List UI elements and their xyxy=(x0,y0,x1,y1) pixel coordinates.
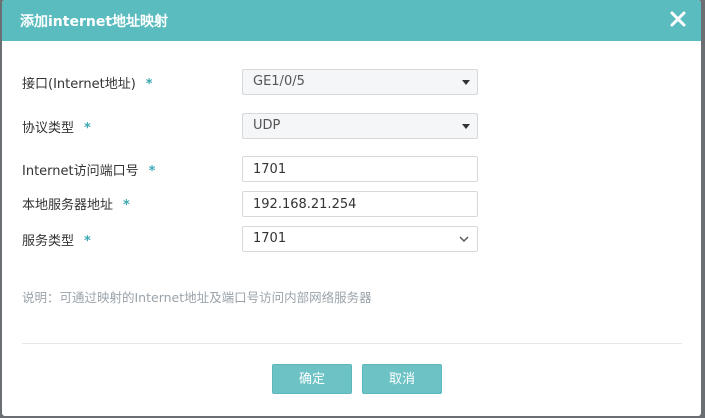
protocol-label-text: 协议类型 xyxy=(22,121,75,136)
footer-divider xyxy=(22,343,682,344)
local-server-input[interactable] xyxy=(242,191,478,217)
note-text: 说明：可通过映射的Internet地址及端口号访问内部网络服务器 xyxy=(22,290,372,305)
service-type-label-text: 服务类型 xyxy=(22,234,75,249)
service-type-select[interactable]: 1701 xyxy=(242,226,478,252)
close-icon xyxy=(670,11,686,27)
internet-port-label-text: Internet访问端口号 xyxy=(22,164,139,179)
interface-label-text: 接口(Internet地址) xyxy=(22,77,136,92)
interface-row: 接口(Internet地址) * GE1/0/5 xyxy=(2,68,701,98)
caret-down-icon xyxy=(462,80,470,85)
interface-select[interactable]: GE1/0/5 xyxy=(242,69,478,95)
protocol-select[interactable]: UDP xyxy=(242,113,478,139)
internet-port-input[interactable] xyxy=(242,156,478,182)
required-star: * xyxy=(84,121,91,136)
chevron-down-icon xyxy=(459,236,469,242)
local-server-label-text: 本地服务器地址 xyxy=(22,198,114,213)
dialog-title: 添加internet地址映射 xyxy=(20,14,169,30)
local-server-row: 本地服务器地址 * xyxy=(2,191,701,221)
add-internet-mapping-dialog: 添加internet地址映射 接口(Internet地址) * GE1/0/5 协… xyxy=(2,0,701,416)
required-star: * xyxy=(148,164,156,179)
internet-port-label: Internet访问端口号 * xyxy=(22,160,155,179)
required-star: * xyxy=(145,77,153,92)
required-star: * xyxy=(84,234,91,249)
dialog-titlebar: 添加internet地址映射 xyxy=(2,0,701,41)
protocol-row: 协议类型 * UDP xyxy=(2,112,701,142)
protocol-label: 协议类型 * xyxy=(22,117,91,136)
service-type-select-value: 1701 xyxy=(253,231,287,246)
interface-select-value: GE1/0/5 xyxy=(253,74,305,89)
local-server-label: 本地服务器地址 * xyxy=(22,194,130,213)
internet-port-row: Internet访问端口号 * xyxy=(2,155,701,185)
confirm-button[interactable]: 确定 xyxy=(272,364,352,394)
service-type-row: 服务类型 * 1701 xyxy=(2,226,701,256)
caret-down-icon xyxy=(462,124,470,129)
service-type-label: 服务类型 * xyxy=(22,230,91,249)
close-button[interactable] xyxy=(667,8,689,30)
required-star: * xyxy=(123,198,130,213)
cancel-button[interactable]: 取消 xyxy=(362,364,442,394)
protocol-select-value: UDP xyxy=(253,118,281,133)
interface-label: 接口(Internet地址) * xyxy=(22,73,153,92)
